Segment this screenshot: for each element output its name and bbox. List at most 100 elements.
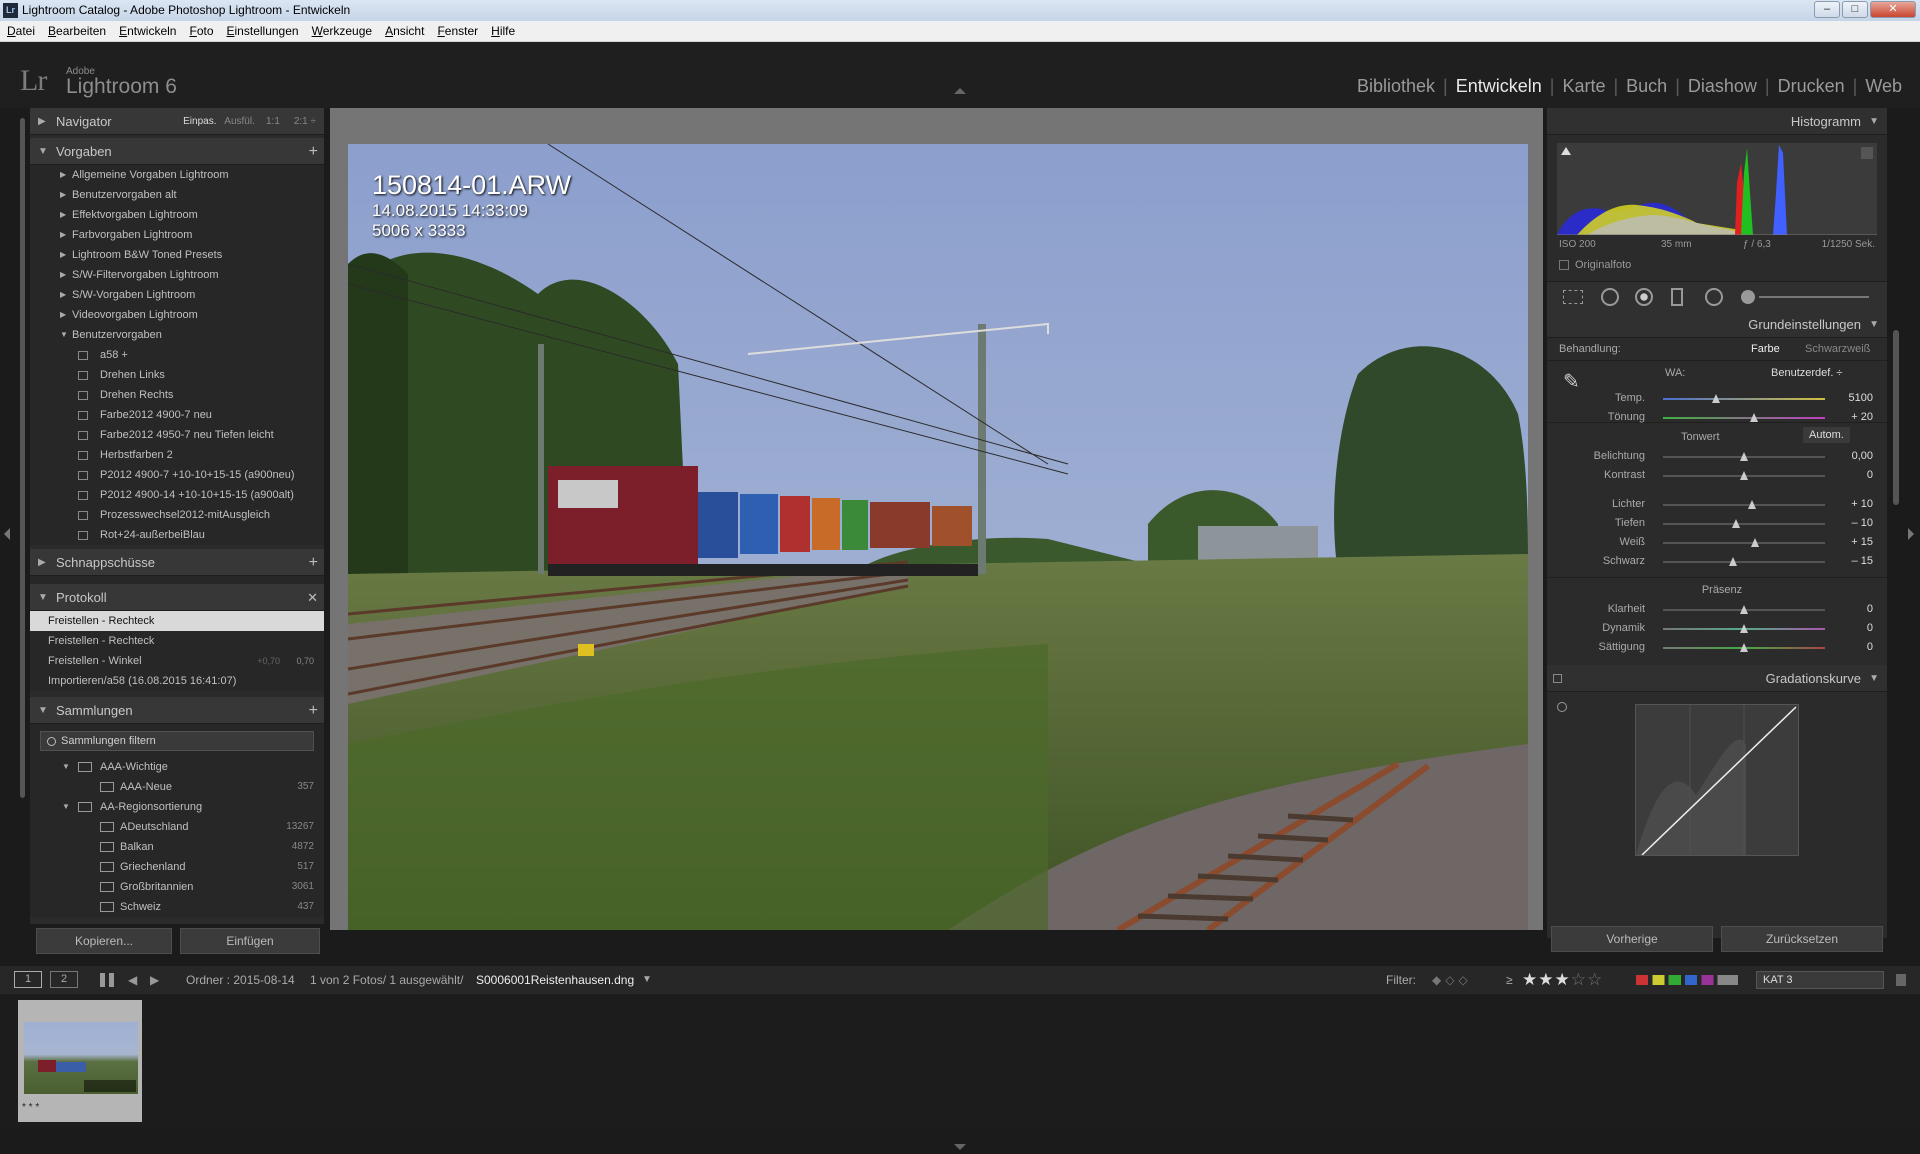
- add-snapshot-icon[interactable]: +: [309, 549, 318, 576]
- tone-curve-graph[interactable]: [1635, 704, 1799, 856]
- rating-operator[interactable]: ≥: [1506, 966, 1513, 994]
- preset-folder[interactable]: ▶ Lightroom B&W Toned Presets: [30, 245, 324, 265]
- preset-folder[interactable]: ▶ Effektvorgaben Lightroom: [30, 205, 324, 225]
- preset-item[interactable]: a58 +: [30, 345, 324, 365]
- star-icon[interactable]: ★: [1522, 970, 1538, 989]
- minimize-button[interactable]: –: [1814, 1, 1840, 18]
- graduated-filter-icon[interactable]: [1671, 288, 1683, 306]
- menu-hilfe[interactable]: Hilfe: [484, 21, 521, 42]
- spot-removal-icon[interactable]: [1601, 288, 1619, 306]
- slider-knob[interactable]: [1740, 624, 1748, 633]
- collection-set[interactable]: ▼ AAA-Wichtige: [30, 757, 324, 777]
- red-eye-icon[interactable]: [1635, 288, 1653, 306]
- preset-item[interactable]: Drehen Links: [30, 365, 324, 385]
- main-screen-button[interactable]: 1: [14, 971, 42, 988]
- slider-track[interactable]: [1663, 519, 1825, 528]
- star-icon[interactable]: ★: [1555, 970, 1571, 989]
- menu-werkzeuge[interactable]: Werkzeuge: [305, 21, 378, 42]
- second-screen-button[interactable]: 2: [50, 971, 78, 988]
- preset-item[interactable]: Drehen Rechts: [30, 385, 324, 405]
- slider-knob[interactable]: [1740, 471, 1748, 480]
- slider-knob[interactable]: [1740, 643, 1748, 652]
- slider-track[interactable]: [1663, 394, 1825, 403]
- image-view[interactable]: 150814-01.ARW 14.08.2015 14:33:09 5006 x…: [330, 108, 1543, 930]
- presets-header[interactable]: ▼ Vorgaben +: [30, 138, 324, 165]
- module-entwickeln[interactable]: Entwickeln: [1448, 76, 1550, 97]
- collection-set[interactable]: ▼ AA-Regionsortierung: [30, 797, 324, 817]
- collection-item[interactable]: AAA-Neue 357: [30, 777, 324, 797]
- targeted-adjustment-icon[interactable]: [1557, 702, 1567, 712]
- menu-fenster[interactable]: Fenster: [430, 21, 484, 42]
- preset-item[interactable]: P2012 4900-7 +10-10+15-15 (a900neu): [30, 465, 324, 485]
- slider-knob[interactable]: [1740, 605, 1748, 614]
- preset-folder[interactable]: ▶ S/W-Filtervorgaben Lightroom: [30, 265, 324, 285]
- collections-header[interactable]: ▼ Sammlungen +: [30, 697, 324, 724]
- preset-item[interactable]: P2012 4900-14 +10-10+15-15 (a900alt): [30, 485, 324, 505]
- menu-datei[interactable]: Datei: [0, 21, 41, 42]
- histogram-graph[interactable]: [1557, 143, 1877, 236]
- expand-arrow-icon[interactable]: ▶: [60, 165, 66, 185]
- slider-knob[interactable]: [1751, 538, 1760, 547]
- previous-settings-button[interactable]: Vorherige: [1551, 926, 1713, 952]
- add-preset-icon[interactable]: +: [309, 138, 318, 165]
- menu-foto[interactable]: Foto: [182, 21, 219, 42]
- tone-curve-header[interactable]: Gradationskurve ▼: [1547, 665, 1887, 692]
- slider-track[interactable]: [1663, 538, 1825, 547]
- crop-tool-icon[interactable]: [1563, 290, 1583, 304]
- right-panel-toggle-icon[interactable]: [1908, 528, 1914, 540]
- preset-folder[interactable]: ▶ Farbvorgaben Lightroom: [30, 225, 324, 245]
- preset-folder[interactable]: ▶ S/W-Vorgaben Lightroom: [30, 285, 324, 305]
- slider-lichter[interactable]: Lichter + 10: [1547, 495, 1887, 514]
- slider-knob[interactable]: [1749, 413, 1758, 422]
- collection-item[interactable]: Griechenland 517: [30, 857, 324, 877]
- slider-schwarz[interactable]: Schwarz – 15: [1547, 552, 1887, 571]
- collapse-bottom-arrow-icon[interactable]: [954, 1144, 966, 1150]
- menu-entwickeln[interactable]: Entwickeln: [112, 21, 182, 42]
- slider-tönung[interactable]: Tönung + 20: [1547, 408, 1887, 427]
- flag-filter-icons[interactable]: ◆◇◇: [1432, 966, 1472, 994]
- right-scrollbar[interactable]: [1893, 330, 1899, 505]
- left-scrollbar[interactable]: [20, 118, 25, 798]
- shadow-clipping-icon[interactable]: [1561, 147, 1571, 155]
- slider-track[interactable]: [1663, 413, 1825, 422]
- preset-folder[interactable]: ▶ Videovorgaben Lightroom: [30, 305, 324, 325]
- slider-dynamik[interactable]: Dynamik 0: [1547, 619, 1887, 638]
- slider-knob[interactable]: [1748, 500, 1757, 509]
- left-panel-toggle-icon[interactable]: [4, 528, 10, 540]
- slider-belichtung[interactable]: Belichtung 0,00: [1547, 447, 1887, 466]
- radial-filter-icon[interactable]: [1705, 288, 1723, 306]
- star-icon[interactable]: ★: [1538, 970, 1554, 989]
- preset-item[interactable]: Farbe2012 4950-7 neu Tiefen leicht: [30, 425, 324, 445]
- module-bibliothek[interactable]: Bibliothek: [1349, 76, 1443, 97]
- slider-track[interactable]: [1663, 643, 1825, 652]
- expand-arrow-icon[interactable]: ▶: [60, 305, 66, 325]
- adjustment-brush-icon[interactable]: [1741, 290, 1755, 304]
- module-buch[interactable]: Buch: [1618, 76, 1675, 97]
- history-step[interactable]: Freistellen - Rechteck: [30, 631, 324, 651]
- photo-preview[interactable]: 150814-01.ARW 14.08.2015 14:33:09 5006 x…: [348, 144, 1528, 930]
- maximize-button[interactable]: □: [1842, 1, 1868, 18]
- collection-item[interactable]: ADeutschland 13267: [30, 817, 324, 837]
- slider-track[interactable]: [1663, 624, 1825, 633]
- preset-item[interactable]: Farbe2012 4900-7 neu: [30, 405, 324, 425]
- auto-tone-button[interactable]: Autom.: [1803, 427, 1850, 443]
- collapse-arrow-icon[interactable]: ▼: [60, 325, 68, 345]
- collapse-top-arrow-icon[interactable]: [954, 88, 966, 94]
- star-icon[interactable]: ☆: [1587, 970, 1603, 989]
- expand-arrow-icon[interactable]: ▶: [60, 185, 66, 205]
- slider-sättigung[interactable]: Sättigung 0: [1547, 638, 1887, 657]
- collections-filter-input[interactable]: Sammlungen filtern: [40, 731, 314, 751]
- slider-tiefen[interactable]: Tiefen – 10: [1547, 514, 1887, 533]
- current-filename[interactable]: S0006001Reistenhausen.dng: [476, 966, 634, 994]
- filter-lock-icon[interactable]: [1896, 974, 1906, 986]
- module-drucken[interactable]: Drucken: [1770, 76, 1853, 97]
- expand-arrow-icon[interactable]: ▶: [60, 205, 66, 225]
- collapse-arrow-icon[interactable]: ▼: [62, 757, 70, 777]
- add-collection-icon[interactable]: +: [309, 697, 318, 724]
- original-photo-checkbox[interactable]: Originalfoto: [1559, 259, 1631, 271]
- close-button[interactable]: ✕: [1870, 1, 1916, 18]
- histogram-header[interactable]: Histogramm ▼: [1547, 108, 1887, 135]
- slider-klarheit[interactable]: Klarheit 0: [1547, 600, 1887, 619]
- slider-track[interactable]: [1663, 500, 1825, 509]
- slider-knob[interactable]: [1731, 519, 1740, 528]
